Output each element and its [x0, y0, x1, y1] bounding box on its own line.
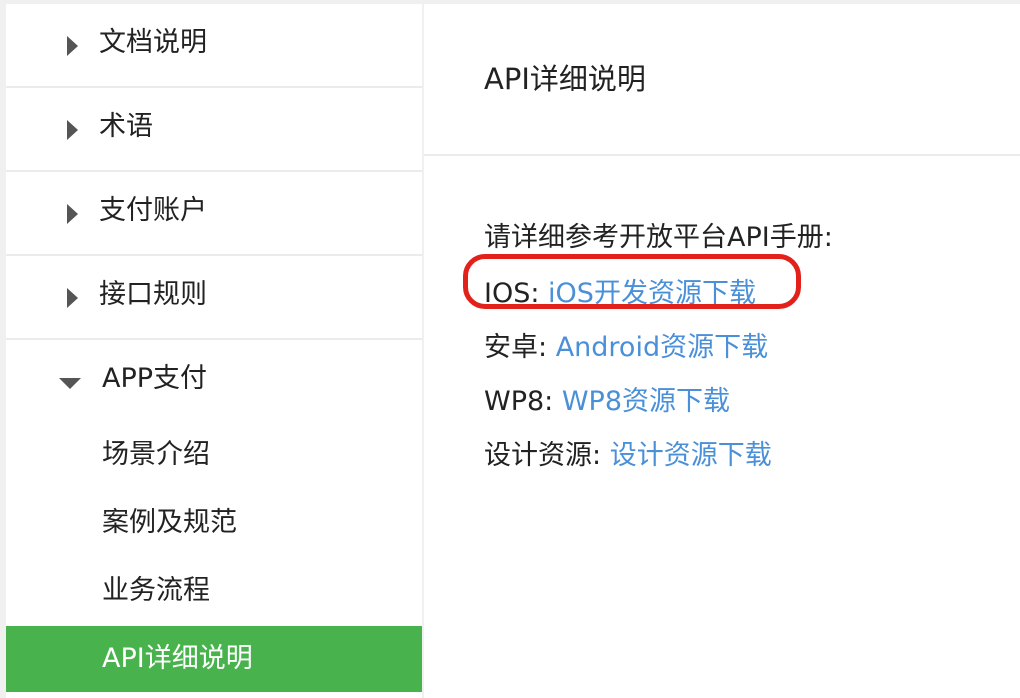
- caret-right-icon: [67, 120, 78, 140]
- sidebar-item-label: 支付账户: [99, 195, 207, 226]
- download-row-wp8: WP8: WP8资源下载: [484, 384, 730, 420]
- sidebar-subitem-label: API详细说明: [102, 643, 253, 674]
- sidebar-item-payment-account[interactable]: 支付账户: [6, 172, 422, 256]
- sidebar-subitem-label: 案例及规范: [102, 507, 237, 538]
- sidebar-item-label: APP支付: [102, 363, 208, 394]
- sidebar-subitem-api-details[interactable]: API详细说明: [6, 626, 422, 692]
- sidebar-subitem-label: 场景介绍: [102, 439, 210, 470]
- intro-text: 请详细参考开放平台API手册:: [484, 222, 833, 253]
- sidebar-item-docs[interactable]: 文档说明: [6, 4, 422, 88]
- main-content: API详细说明 请详细参考开放平台API手册: IOS: iOS开发资源下载 安…: [424, 4, 1020, 698]
- caret-right-icon: [67, 36, 78, 56]
- download-row-android: 安卓: Android资源下载: [484, 330, 768, 366]
- sidebar-item-label: 接口规则: [99, 279, 207, 310]
- sidebar-item-terms[interactable]: 术语: [6, 88, 422, 172]
- sidebar-subitem-workflow[interactable]: 业务流程: [6, 558, 422, 624]
- design-download-link[interactable]: 设计资源下载: [610, 440, 772, 471]
- caret-right-icon: [67, 204, 78, 224]
- download-row-ios: IOS: iOS开发资源下载: [484, 276, 756, 312]
- download-label: WP8:: [484, 386, 554, 417]
- android-download-link[interactable]: Android资源下载: [556, 332, 768, 363]
- caret-down-icon: [59, 378, 81, 389]
- sidebar-item-label: 文档说明: [99, 27, 207, 58]
- page: 文档说明 术语 支付账户 接口规则 APP支付 场景介绍 案例及规范 业务流程 …: [0, 0, 1020, 698]
- sidebar: 文档说明 术语 支付账户 接口规则 APP支付 场景介绍 案例及规范 业务流程 …: [6, 4, 422, 698]
- sidebar-item-app-pay[interactable]: APP支付: [6, 340, 422, 422]
- page-title: API详细说明: [484, 62, 646, 96]
- content-header: API详细说明: [424, 4, 1020, 156]
- sidebar-item-label: 术语: [99, 111, 153, 142]
- download-label: 设计资源:: [484, 440, 602, 471]
- download-label: IOS:: [484, 278, 540, 309]
- sidebar-subitem-label: 业务流程: [102, 575, 210, 606]
- download-row-design: 设计资源: 设计资源下载: [484, 438, 772, 474]
- ios-download-link[interactable]: iOS开发资源下载: [548, 278, 756, 309]
- sidebar-subitem-cases[interactable]: 案例及规范: [6, 490, 422, 556]
- download-label: 安卓:: [484, 332, 548, 363]
- wp8-download-link[interactable]: WP8资源下载: [562, 386, 730, 417]
- sidebar-item-interface-rules[interactable]: 接口规则: [6, 256, 422, 340]
- caret-right-icon: [67, 288, 78, 308]
- sidebar-subitem-scenario[interactable]: 场景介绍: [6, 422, 422, 488]
